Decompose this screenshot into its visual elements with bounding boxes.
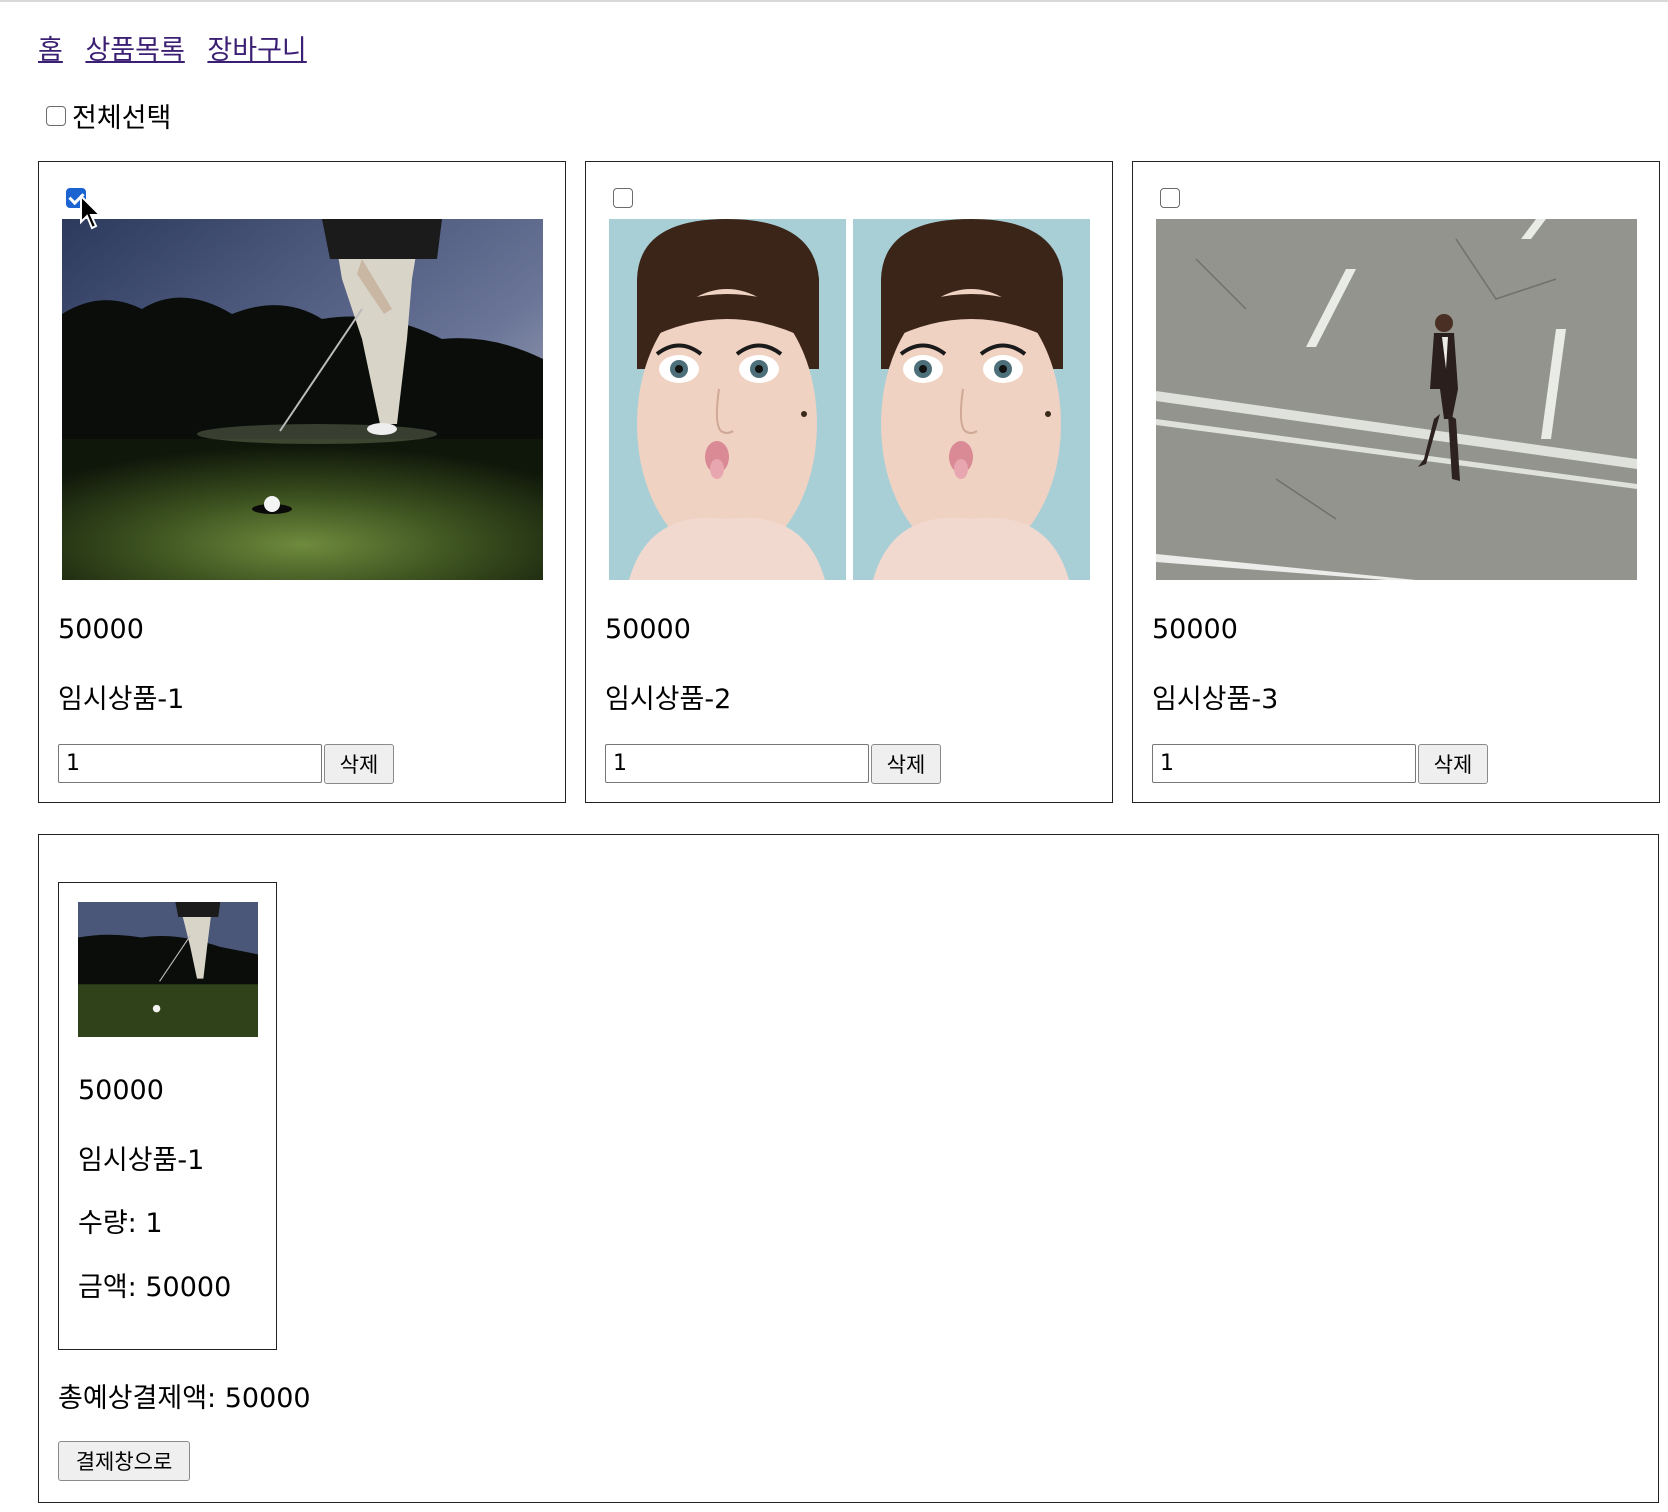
checkout-button[interactable]: 결제창으로 xyxy=(58,1441,190,1481)
product-name: 임시상품-2 xyxy=(605,684,732,715)
product-card: 50000 임시상품-2 삭제 xyxy=(585,161,1113,803)
cart-item-quantity: 수량: 1 xyxy=(78,1208,163,1239)
product-card: 50000 임시상품-1 삭제 xyxy=(38,161,566,803)
delete-button[interactable]: 삭제 xyxy=(1418,744,1488,784)
surprised-woman-photo xyxy=(609,219,1090,580)
product-checkbox[interactable] xyxy=(613,188,633,208)
man-walking-road-photo xyxy=(1156,219,1637,580)
cart-item-name: 임시상품-1 xyxy=(78,1145,205,1176)
select-all-label: 전체선택 xyxy=(72,103,172,134)
product-card: 50000 임시상품-3 삭제 xyxy=(1132,161,1660,803)
delete-button[interactable]: 삭제 xyxy=(871,744,941,784)
total-expected-payment: 총예상결제액: 50000 xyxy=(58,1383,311,1414)
nav-link-home[interactable]: 홈 xyxy=(38,35,63,66)
product-price: 50000 xyxy=(58,614,144,645)
select-all-checkbox[interactable] xyxy=(46,105,66,126)
delete-button[interactable]: 삭제 xyxy=(324,744,394,784)
product-name: 임시상품-3 xyxy=(1152,684,1279,715)
product-name: 임시상품-1 xyxy=(58,684,185,715)
nav-link-products[interactable]: 상품목록 xyxy=(85,35,184,66)
golf-putt-photo xyxy=(62,219,543,580)
product-checkbox[interactable] xyxy=(1160,188,1180,208)
golf-putt-photo xyxy=(78,902,258,1037)
cart-item-price: 50000 xyxy=(78,1075,164,1106)
quantity-input[interactable] xyxy=(1152,744,1416,783)
top-border xyxy=(0,0,1668,2)
cart-item: 50000 임시상품-1 수량: 1 금액: 50000 xyxy=(58,882,277,1350)
mouse-pointer-icon xyxy=(80,193,104,235)
quantity-input[interactable] xyxy=(58,744,322,783)
quantity-input[interactable] xyxy=(605,744,869,783)
select-all[interactable]: 전체선택 xyxy=(46,96,171,135)
top-nav: 홈 상품목록 장바구니 xyxy=(38,28,321,67)
nav-link-cart[interactable]: 장바구니 xyxy=(207,35,306,66)
product-price: 50000 xyxy=(605,614,691,645)
cart-section: 50000 임시상품-1 수량: 1 금액: 50000 총예상결제액: 500… xyxy=(38,834,1659,1503)
cart-item-amount: 금액: 50000 xyxy=(78,1272,232,1303)
product-price: 50000 xyxy=(1152,614,1238,645)
